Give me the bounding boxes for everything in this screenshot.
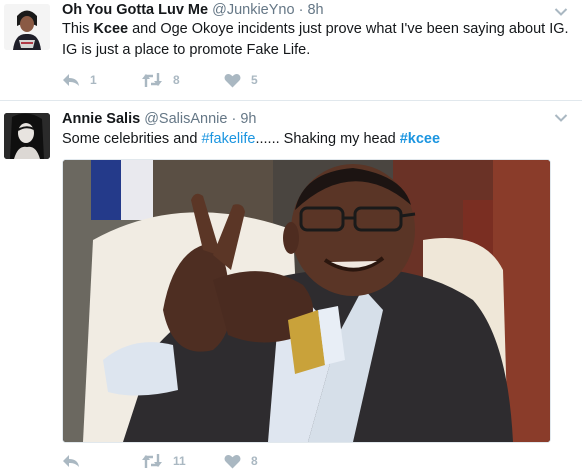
avatar-photo [4, 113, 50, 159]
photo-illustration [63, 160, 550, 442]
tweet-header: Oh You Gotta Luv Me @JunkieYno · 8h [62, 2, 324, 18]
tweet-text: Some celebrities and #fakelife...... Sha… [62, 129, 440, 150]
retweet-button[interactable]: 11 [141, 451, 186, 471]
hashtag-link[interactable]: #kcee [400, 131, 440, 147]
avatar[interactable] [4, 4, 50, 50]
timestamp[interactable]: 9h [240, 111, 256, 127]
tweet-header: Annie Salis @SalisAnnie · 9h [62, 111, 256, 127]
like-count: 5 [251, 73, 258, 87]
user-handle[interactable]: @JunkieYno [212, 2, 294, 18]
text-segment: ...... Shaking my head [255, 131, 400, 147]
tweet-text-line: IG is just a place to promote Fake Life. [62, 42, 311, 58]
avatar[interactable] [4, 113, 50, 159]
user-handle[interactable]: @SalisAnnie [144, 111, 227, 127]
tweet[interactable]: Oh You Gotta Luv Me @JunkieYno · 8h This… [0, 0, 582, 101]
retweet-icon [142, 73, 162, 87]
avatar-illustration [4, 4, 50, 50]
retweet-button[interactable]: 8 [141, 70, 180, 90]
user-name[interactable]: Oh You Gotta Luv Me [62, 2, 208, 18]
tweet-text: This Kcee and Oge Okoye incidents just p… [62, 19, 569, 61]
retweet-icon [142, 454, 162, 468]
user-name[interactable]: Annie Salis [62, 111, 140, 127]
retweet-count: 11 [173, 454, 186, 468]
reply-count: 1 [90, 73, 97, 87]
chevron-down-icon[interactable] [554, 113, 568, 123]
tweet-photo[interactable] [62, 159, 551, 443]
heart-icon [224, 454, 241, 468]
reply-icon [63, 74, 79, 86]
retweet-count: 8 [173, 73, 180, 87]
tweet-text-line: This Kcee and Oge Okoye incidents just p… [62, 19, 569, 40]
hashtag-link[interactable]: #fakelife [201, 131, 255, 147]
like-count: 8 [251, 454, 258, 468]
text-segment: Some celebrities and [62, 131, 202, 147]
heart-icon [224, 73, 241, 87]
reply-button[interactable]: 1 [62, 70, 97, 90]
separator: · [298, 2, 304, 18]
text-segment: and Oge Okoye incidents just prove what … [128, 21, 569, 37]
separator: · [231, 111, 237, 127]
like-button[interactable]: 5 [224, 70, 258, 90]
text-segment: This [62, 21, 94, 37]
tweet[interactable]: Annie Salis @SalisAnnie · 9h Some celebr… [0, 101, 582, 468]
chevron-down-icon[interactable] [554, 7, 568, 17]
like-button[interactable]: 8 [224, 451, 258, 471]
reply-icon [63, 455, 79, 467]
timestamp[interactable]: 8h [307, 2, 323, 18]
bold-keyword: Kcee [93, 21, 129, 37]
reply-button[interactable] [62, 451, 90, 471]
